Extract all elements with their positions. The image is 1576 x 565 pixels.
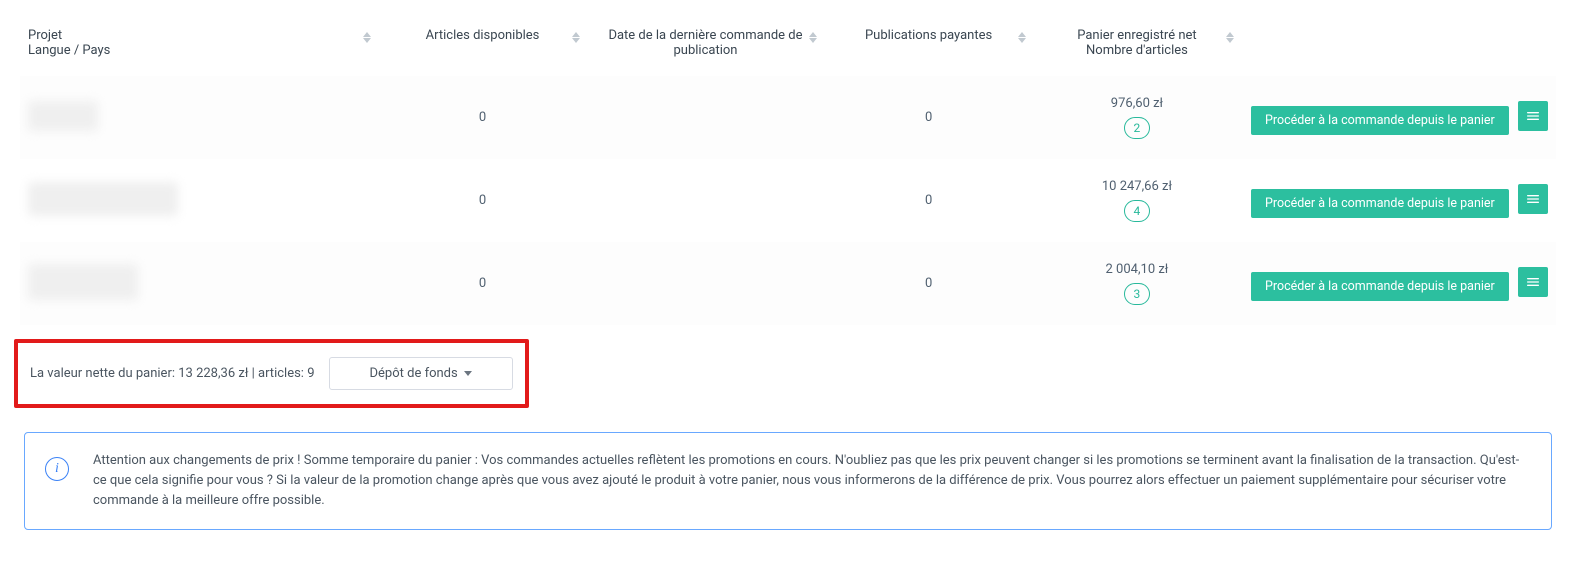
col-header-articles-label: Articles disponibles: [426, 28, 540, 43]
col-header-last-order-label: Date de la dernière commande de publicat…: [608, 28, 802, 58]
cell-cart-net: 2 004,10 zł 3: [1033, 242, 1241, 325]
chevron-down-icon: [464, 371, 472, 376]
info-icon: i: [45, 457, 69, 481]
hamburger-icon: [1525, 274, 1541, 290]
sort-icon[interactable]: [571, 28, 581, 46]
table-row: 0 0 976,60 zł 2 Procéder à la commande d…: [20, 76, 1556, 159]
col-header-articles[interactable]: Articles disponibles: [378, 10, 586, 76]
blurred-project-name: [28, 182, 178, 216]
table-header-row: Projet Langue / Pays Articles disponible…: [20, 10, 1556, 76]
cart-price: 2 004,10 zł: [1043, 262, 1231, 277]
proceed-button[interactable]: Procéder à la commande depuis le panier: [1251, 189, 1509, 218]
cart-count-badge[interactable]: 3: [1124, 283, 1150, 305]
cell-articles: 0: [378, 159, 586, 242]
cart-summary-highlight: La valeur nette du panier: 13 228,36 zł …: [14, 339, 529, 408]
cell-articles: 0: [378, 242, 586, 325]
projects-table: Projet Langue / Pays Articles disponible…: [20, 10, 1556, 325]
cart-articles-label: articles:: [258, 366, 304, 381]
cart-price: 976,60 zł: [1043, 96, 1231, 111]
col-header-project-label: Projet: [28, 28, 62, 43]
table-row: 0 0 10 247,66 zł 4 Procéder à la command…: [20, 159, 1556, 242]
cart-count-badge[interactable]: 2: [1124, 117, 1150, 139]
deposit-funds-button[interactable]: Dépôt de fonds: [329, 357, 513, 390]
price-change-alert: i Attention aux changements de prix ! So…: [24, 432, 1552, 530]
cell-paid: 0: [824, 76, 1033, 159]
cart-articles-value: 9: [307, 366, 314, 381]
col-header-actions: [1241, 10, 1556, 76]
row-menu-button[interactable]: [1518, 184, 1548, 214]
col-header-project[interactable]: Projet Langue / Pays: [20, 10, 378, 76]
table-row: 0 0 2 004,10 zł 3 Procéder à la commande…: [20, 242, 1556, 325]
deposit-funds-label: Dépôt de fonds: [370, 366, 458, 381]
cell-project: [20, 159, 378, 242]
col-header-cart-net-sub: Nombre d'articles: [1043, 43, 1231, 58]
col-header-cart-net-label: Panier enregistré net: [1077, 28, 1196, 43]
col-header-project-sub: Langue / Pays: [28, 43, 368, 58]
blurred-project-name: [28, 101, 98, 131]
cell-paid: 0: [824, 159, 1033, 242]
cell-paid: 0: [824, 242, 1033, 325]
proceed-button[interactable]: Procéder à la commande depuis le panier: [1251, 106, 1509, 135]
cart-net-label: La valeur nette du panier:: [30, 366, 175, 381]
cell-last-date: [587, 242, 825, 325]
cart-net-value: 13 228,36 zł: [178, 366, 248, 381]
row-menu-button[interactable]: [1518, 101, 1548, 131]
sort-icon[interactable]: [1225, 28, 1235, 46]
proceed-button[interactable]: Procéder à la commande depuis le panier: [1251, 272, 1509, 301]
blurred-project-name: [28, 264, 138, 300]
cell-actions: Procéder à la commande depuis le panier: [1241, 242, 1556, 325]
hamburger-icon: [1525, 108, 1541, 124]
cell-actions: Procéder à la commande depuis le panier: [1241, 159, 1556, 242]
cell-project: [20, 242, 378, 325]
sort-icon[interactable]: [1017, 28, 1027, 46]
col-header-cart-net[interactable]: Panier enregistré net Nombre d'articles: [1033, 10, 1241, 76]
row-menu-button[interactable]: [1518, 267, 1548, 297]
cart-summary-text: La valeur nette du panier: 13 228,36 zł …: [30, 366, 315, 381]
col-header-paid-label: Publications payantes: [865, 28, 992, 43]
cell-cart-net: 10 247,66 zł 4: [1033, 159, 1241, 242]
col-header-last-order[interactable]: Date de la dernière commande de publicat…: [587, 10, 825, 76]
sort-icon[interactable]: [808, 28, 818, 46]
cart-count-badge[interactable]: 4: [1124, 200, 1150, 222]
cell-last-date: [587, 76, 825, 159]
cell-actions: Procéder à la commande depuis le panier: [1241, 76, 1556, 159]
cell-cart-net: 976,60 zł 2: [1033, 76, 1241, 159]
alert-text: Attention aux changements de prix ! Somm…: [93, 451, 1531, 511]
cart-sep: |: [252, 366, 255, 381]
sort-icon[interactable]: [362, 28, 372, 46]
cell-project: [20, 76, 378, 159]
cell-last-date: [587, 159, 825, 242]
col-header-paid[interactable]: Publications payantes: [824, 10, 1033, 76]
hamburger-icon: [1525, 191, 1541, 207]
cell-articles: 0: [378, 76, 586, 159]
cart-price: 10 247,66 zł: [1043, 179, 1231, 194]
